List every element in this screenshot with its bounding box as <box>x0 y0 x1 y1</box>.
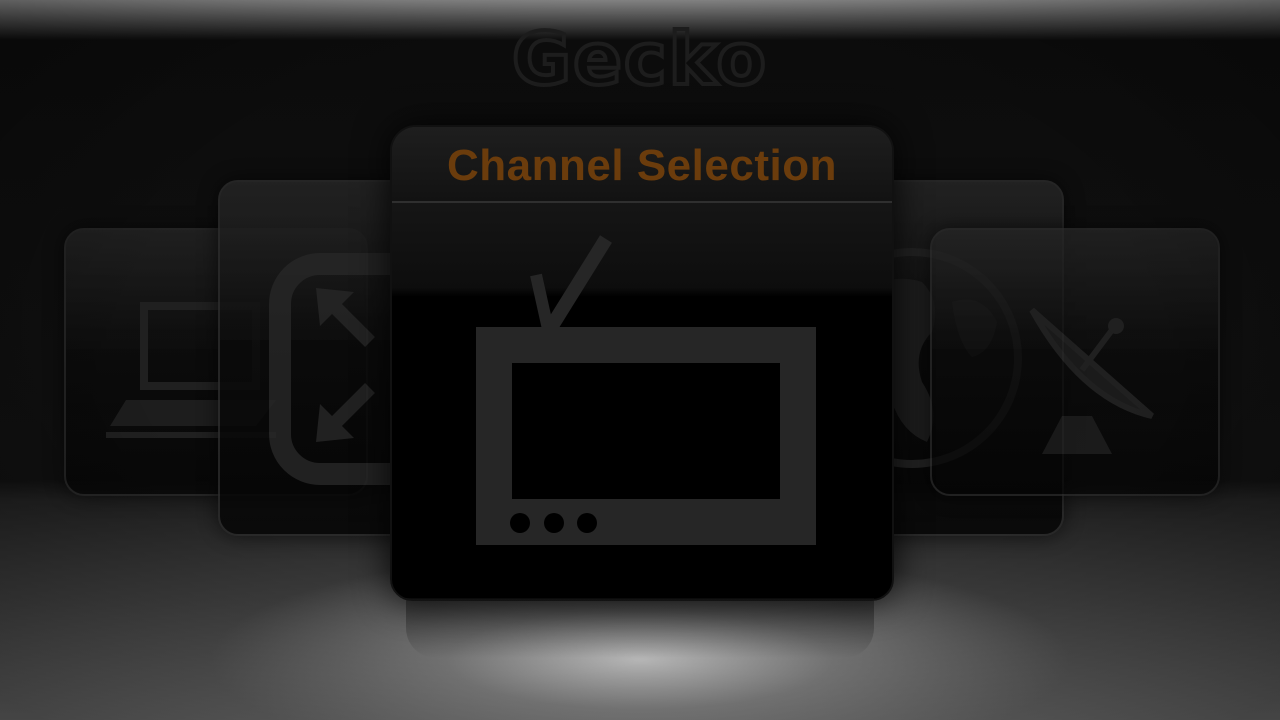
gecko-logo-icon: Gecko <box>510 20 768 100</box>
selected-item-title: Channel Selection <box>447 141 837 190</box>
tv-icon <box>476 235 816 545</box>
card-header: Channel Selection <box>392 127 892 203</box>
menu-item-satellite[interactable] <box>930 228 1220 496</box>
card-reflection <box>406 598 874 658</box>
svg-text:Gecko: Gecko <box>512 20 768 100</box>
menu-item-channel-selection[interactable]: Channel Selection <box>390 125 894 601</box>
satellite-dish-icon <box>1029 307 1154 454</box>
app-logo: Gecko <box>440 20 840 100</box>
